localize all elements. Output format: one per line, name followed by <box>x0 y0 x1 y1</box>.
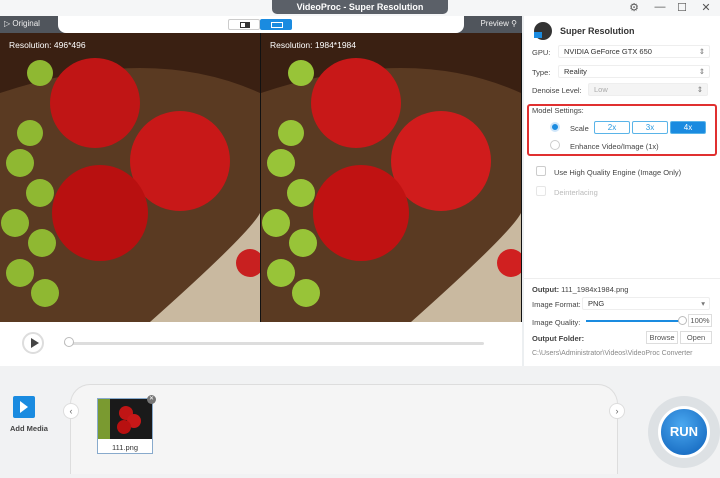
playback-controls <box>0 322 522 366</box>
format-value: PNG <box>588 299 605 308</box>
media-thumbnail[interactable]: 111.png ✕ <box>97 395 156 454</box>
seek-handle[interactable] <box>64 337 74 347</box>
output-row: Output: 111_1984x1984.png <box>532 285 628 294</box>
minimize-button[interactable]: — <box>650 1 670 13</box>
denoise-value: Low <box>594 85 608 94</box>
format-select[interactable]: PNG ▾ <box>582 297 710 310</box>
deinterlacing-label: Deinterlacing <box>554 188 598 197</box>
format-label: Image Format: <box>532 300 581 309</box>
panel-title: Super Resolution <box>560 26 635 36</box>
deinterlacing-checkbox[interactable] <box>536 186 546 196</box>
hq-engine-checkbox[interactable] <box>536 166 546 176</box>
split-view-toggle[interactable] <box>260 19 292 30</box>
enhance-radio[interactable] <box>550 140 560 150</box>
maximize-button[interactable]: ☐ <box>672 1 692 14</box>
preview-button[interactable]: Preview ⚲ <box>480 19 517 28</box>
output-folder-path: C:\Users\Administrator\Videos\VideoProc … <box>532 350 693 357</box>
enhanced-resolution: Resolution: 1984*1984 <box>270 40 357 50</box>
window-title: VideoProc - Super Resolution <box>272 0 448 14</box>
browse-button[interactable]: Browse <box>646 331 678 344</box>
output-folder-label: Output Folder: <box>532 334 585 343</box>
scale-radio[interactable] <box>550 122 560 132</box>
original-resolution: Resolution: 496*496 <box>9 40 86 50</box>
play-button[interactable] <box>22 332 44 354</box>
quality-value[interactable]: 100% <box>688 314 712 327</box>
type-value: Reality <box>564 67 587 76</box>
output-filename: 111_1984x1984.png <box>561 285 629 294</box>
title-bar: VideoProc - Super Resolution ⚙ — ☐ ✕ <box>0 0 720 16</box>
remove-media-icon[interactable]: ✕ <box>147 395 156 404</box>
add-media-icon[interactable] <box>13 396 35 418</box>
video-preview: Resolution: 496*496 Resolution: 1984*198… <box>0 33 522 322</box>
original-image: Resolution: 496*496 <box>0 33 260 322</box>
original-tab[interactable]: ▷ Original <box>4 19 40 28</box>
open-button[interactable]: Open <box>680 331 712 344</box>
gpu-label: GPU: <box>532 48 551 57</box>
film-reel-icon <box>534 22 552 40</box>
scale-label: Scale <box>570 124 589 133</box>
denoise-select[interactable]: Low ⇕ <box>588 83 708 96</box>
gpu-select[interactable]: NVIDIA GeForce GTX 650 ⇕ <box>558 45 710 58</box>
scale-3x-button[interactable]: 3x <box>632 121 668 134</box>
scale-4x-button[interactable]: 4x <box>670 121 706 134</box>
add-media-label[interactable]: Add Media <box>10 424 48 433</box>
single-view-toggle[interactable] <box>228 19 260 30</box>
settings-panel: Super Resolution GPU: NVIDIA GeForce GTX… <box>524 16 720 366</box>
enhanced-image: Resolution: 1984*1984 <box>261 33 521 322</box>
media-bar: Add Media ‹ › 111.png ✕ RUN <box>0 366 720 478</box>
scroll-right-button[interactable]: › <box>609 403 625 419</box>
gpu-value: NVIDIA GeForce GTX 650 <box>564 47 652 56</box>
search-icon: ⚲ <box>511 19 517 28</box>
preview-label: Preview <box>480 19 509 28</box>
thumbnail-image <box>98 399 152 439</box>
viewer-panel: ▷ Original Preview ⚲ Resolution: 496*496… <box>0 16 522 366</box>
output-label: Output: <box>532 285 560 294</box>
seek-bar[interactable] <box>64 342 484 345</box>
quality-label: Image Quality: <box>532 318 581 327</box>
run-button[interactable]: RUN <box>658 406 710 458</box>
enhance-label: Enhance Video/Image (1x) <box>570 142 659 151</box>
model-settings-label: Model Settings: <box>532 106 584 115</box>
hq-engine-label: Use High Quality Engine (Image Only) <box>554 168 682 177</box>
close-button[interactable]: ✕ <box>696 1 716 14</box>
gear-icon[interactable]: ⚙ <box>624 1 644 14</box>
type-label: Type: <box>532 68 551 77</box>
denoise-label: Denoise Level: <box>532 86 582 95</box>
type-select[interactable]: Reality ⇕ <box>558 65 710 78</box>
quality-slider[interactable] <box>586 320 682 322</box>
viewer-header: ▷ Original Preview ⚲ <box>0 16 522 33</box>
scale-2x-button[interactable]: 2x <box>594 121 630 134</box>
scroll-left-button[interactable]: ‹ <box>63 403 79 419</box>
quality-slider-handle[interactable] <box>678 316 687 325</box>
media-filename: 111.png <box>112 443 138 452</box>
